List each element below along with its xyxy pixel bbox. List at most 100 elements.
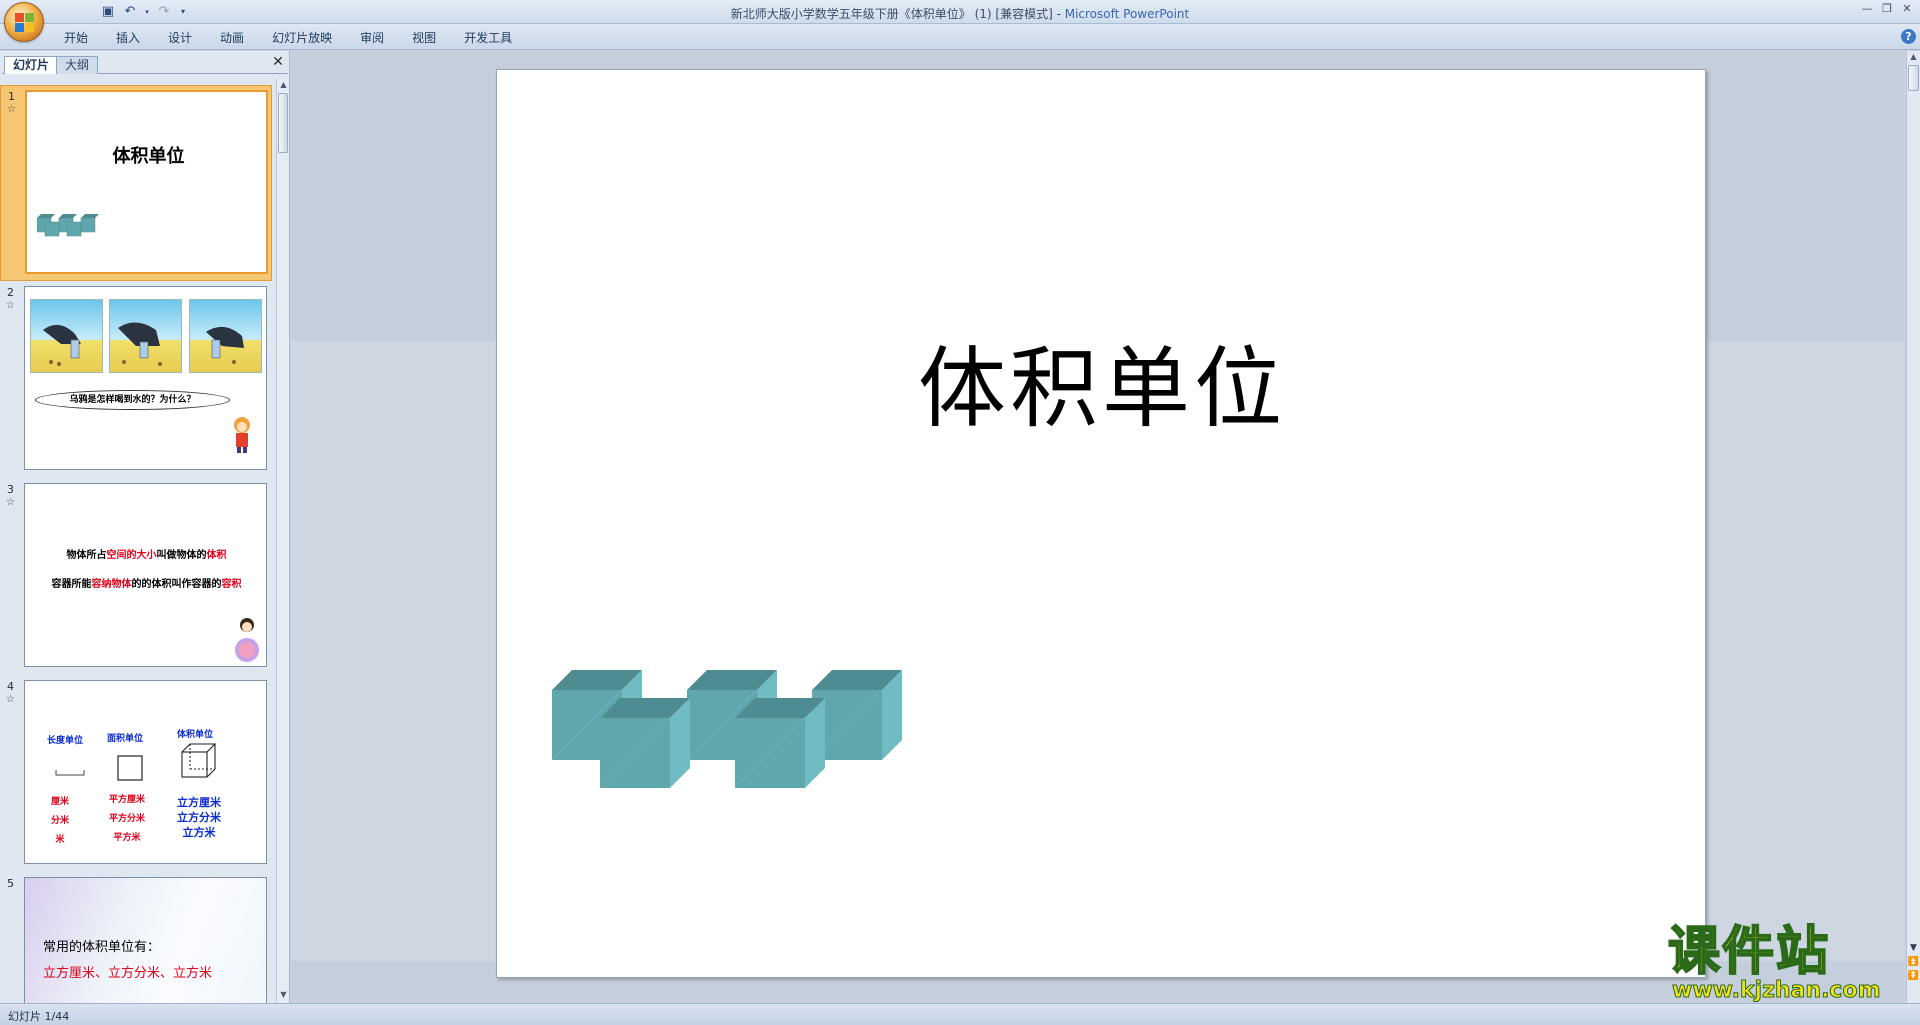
unit-label: 平方厘米 [109, 795, 146, 805]
crow-panel-image [109, 299, 182, 373]
slide-number: 5 [7, 877, 14, 890]
cubes-image [37, 214, 99, 237]
help-icon[interactable]: ? [1901, 29, 1916, 44]
slide-thumb-2[interactable]: 2 ☆ 乌鸦是怎样喝到水的？为什么？ [0, 282, 272, 478]
document-title: 新北师大版小学数学五年级下册《体积单位》 (1) [兼容模式] - [730, 7, 1065, 21]
text-segment: 体积 [206, 550, 227, 561]
length-units-list: 厘米 分米 米 [51, 793, 69, 850]
slide-thumbnail[interactable]: 乌鸦是怎样喝到水的？为什么？ [24, 286, 267, 470]
cube-outline-icon [181, 743, 217, 778]
slide-thumb-5[interactable]: 5 常用的体积单位有： 立方厘米、立方分米、立方米 [0, 873, 272, 1003]
thumbnail-list: 1 ☆ 体积单位 2 ☆ 乌鸦是怎样喝到水的？为什么？ 3 ☆ 物体所占空间的大… [0, 79, 272, 1003]
text-segment: 容器所能 [51, 579, 92, 590]
slide-thumbnail[interactable]: 体积单位 [25, 90, 268, 274]
tab-review[interactable]: 审阅 [346, 29, 398, 47]
window-controls: — ❐ ✕ [1860, 2, 1914, 16]
office-logo-icon [15, 13, 35, 33]
watermark-url: www.kjzhan.com [1672, 978, 1882, 1004]
title-bar: ▣ ↶ ▾ ↷ ▾ 新北师大版小学数学五年级下册《体积单位》 (1) [兼容模式… [0, 0, 1920, 24]
slide-thumb-4[interactable]: 4 ☆ 长度单位 面积单位 体积单位 厘米 分米 米 平方厘米 平方分米 平方米 [0, 676, 272, 872]
scroll-up-icon[interactable]: ▲ [278, 79, 289, 91]
tab-home[interactable]: 开始 [50, 29, 102, 47]
previous-slide-icon[interactable]: ⏫ [1907, 955, 1920, 969]
app-name: Microsoft PowerPoint [1064, 7, 1190, 21]
text-segment: 空间的大小 [106, 550, 157, 561]
minimize-icon[interactable]: — [1860, 2, 1874, 16]
close-icon[interactable]: ✕ [1900, 2, 1914, 16]
scroll-thumb[interactable] [278, 93, 288, 153]
slide-nav-buttons: ▼ ⏫ ⏬ [1907, 941, 1920, 983]
area-units-list: 平方厘米 平方分米 平方米 [109, 791, 145, 848]
restore-icon[interactable]: ❐ [1880, 2, 1894, 16]
tab-design[interactable]: 设计 [154, 29, 206, 47]
tab-view[interactable]: 视图 [398, 29, 450, 47]
unit-label: 分米 [51, 816, 70, 826]
thumbnail-scrollbar[interactable]: ▲ ▼ [276, 79, 289, 1003]
tab-insert[interactable]: 插入 [102, 29, 154, 47]
text-segment: 的的体积叫作容器的 [131, 579, 222, 590]
scroll-thumb[interactable] [1908, 65, 1919, 91]
slide-thumbnail[interactable]: 长度单位 面积单位 体积单位 厘米 分米 米 平方厘米 平方分米 平方米 立方厘… [24, 680, 267, 864]
animation-star-icon: ☆ [6, 300, 15, 311]
text-segment: 叫做物体的 [156, 550, 207, 561]
tab-outline[interactable]: 大纲 [56, 56, 99, 74]
unit-label: 立方厘米 [177, 796, 221, 809]
status-bar: 幻灯片 1/44 [0, 1003, 1920, 1025]
volume-units-list: 立方厘米 立方分米 立方米 [177, 795, 221, 840]
square-icon [117, 755, 143, 781]
slide-number: 3 [7, 483, 14, 496]
cartoon-child-image [235, 618, 259, 662]
scroll-up-icon[interactable]: ▲ [1908, 51, 1919, 63]
unit-label: 米 [55, 835, 65, 845]
ribbon: 开始 插入 设计 动画 幻灯片放映 审阅 视图 开发工具 ? [0, 24, 1920, 50]
slide-thumbnail[interactable]: 物体所占空间的大小叫做物体的体积 容器所能容纳物体的的体积叫作容器的容积 [24, 483, 267, 667]
slide-number: 1 [8, 90, 15, 103]
animation-star-icon: ☆ [6, 694, 15, 705]
slide-number: 4 [7, 680, 14, 693]
crow-panel-image [189, 299, 262, 373]
scroll-down-icon[interactable]: ▼ [278, 989, 289, 1001]
current-slide[interactable]: 体积单位 [496, 69, 1706, 978]
header-volume-units: 体积单位 [177, 730, 214, 740]
tab-developer[interactable]: 开发工具 [450, 29, 526, 47]
next-slide-icon[interactable]: ⏬ [1907, 969, 1920, 983]
tab-slideshow[interactable]: 幻灯片放映 [258, 29, 346, 47]
watermark-title: 课件站 [1667, 921, 1831, 983]
unit-label: 平方分米 [109, 814, 146, 824]
thumb-text: 常用的体积单位有： [43, 940, 161, 955]
slide-thumb-1[interactable]: 1 ☆ 体积单位 [0, 85, 272, 281]
ribbon-tabs: 开始 插入 设计 动画 幻灯片放映 审阅 视图 开发工具 [50, 29, 526, 47]
text-segment: 容积 [221, 579, 242, 590]
header-area-units: 面积单位 [107, 734, 144, 744]
panel-tabs: 幻灯片 大纲 [2, 54, 288, 74]
watermark-logo: 课件站 www.kjzhan.com [1667, 921, 1908, 1004]
thumb-text: 立方厘米、立方分米、立方米 [43, 966, 213, 981]
text-segment: 物体所占 [66, 550, 107, 561]
scroll-down-icon[interactable]: ▼ [1907, 941, 1920, 955]
window-title: 新北师大版小学数学五年级下册《体积单位》 (1) [兼容模式] - Micros… [0, 5, 1920, 22]
thumb-title: 体积单位 [112, 146, 185, 167]
unit-label: 厘米 [51, 797, 70, 807]
unit-label: 平方米 [113, 833, 141, 843]
line-segment-icon [55, 770, 85, 776]
cubes-image[interactable] [552, 670, 912, 800]
office-button[interactable] [4, 2, 44, 42]
text-segment: 容纳物体 [91, 579, 132, 590]
animation-star-icon: ☆ [7, 104, 16, 115]
editor-scrollbar[interactable]: ▲ ▼ ⏫ ⏬ [1906, 51, 1920, 1003]
slide-editor: 体积单位 [291, 51, 1904, 1003]
slide-thumb-3[interactable]: 3 ☆ 物体所占空间的大小叫做物体的体积 容器所能容纳物体的的体积叫作容器的容积 [0, 479, 272, 675]
unit-label: 立方分米 [177, 811, 221, 824]
slide-number: 2 [7, 286, 14, 299]
definition-capacity: 容器所能容纳物体的的体积叫作容器的容积 [25, 575, 266, 590]
panel-close-icon[interactable]: ✕ [271, 55, 285, 69]
tab-slides[interactable]: 幻灯片 [4, 56, 59, 74]
tab-animations[interactable]: 动画 [206, 29, 258, 47]
slide-title[interactable]: 体积单位 [497, 318, 1707, 445]
crow-panel-image [30, 299, 103, 373]
definition-volume: 物体所占空间的大小叫做物体的体积 [25, 546, 266, 561]
slide-thumbnail[interactable]: 常用的体积单位有： 立方厘米、立方分米、立方米 [24, 877, 267, 1003]
animation-star-icon: ☆ [6, 497, 15, 508]
slide-indicator: 幻灯片 1/44 [8, 1010, 70, 1023]
unit-label: 立方米 [182, 826, 216, 839]
